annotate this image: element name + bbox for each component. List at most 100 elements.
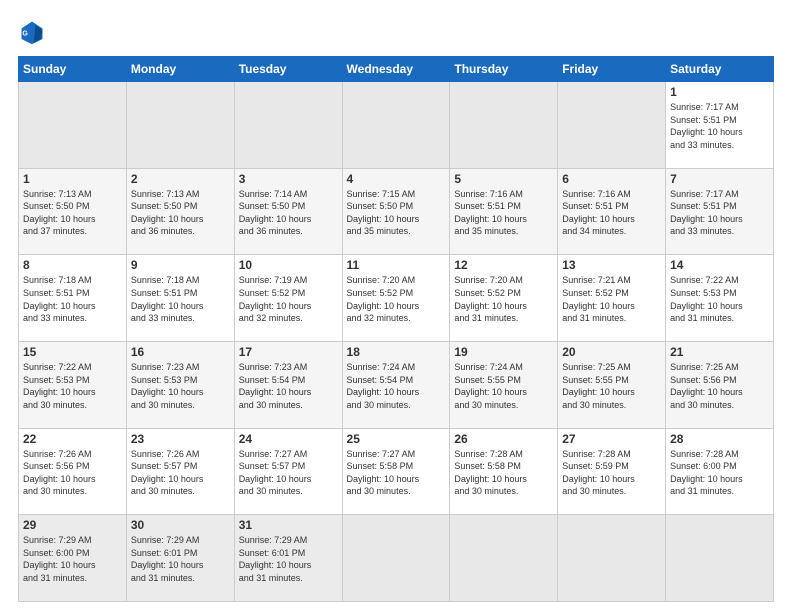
cell-info: Sunrise: 7:13 AMSunset: 5:50 PMDaylight:… xyxy=(23,188,122,238)
day-number: 4 xyxy=(347,172,446,186)
cell-info: Sunrise: 7:17 AMSunset: 5:51 PMDaylight:… xyxy=(670,101,769,151)
cell-info: Sunrise: 7:15 AMSunset: 5:50 PMDaylight:… xyxy=(347,188,446,238)
cell-info: Sunrise: 7:23 AMSunset: 5:53 PMDaylight:… xyxy=(131,361,230,411)
cell-info: Sunrise: 7:16 AMSunset: 5:51 PMDaylight:… xyxy=(562,188,661,238)
calendar-cell: 19 Sunrise: 7:24 AMSunset: 5:55 PMDayligh… xyxy=(450,341,558,428)
cell-info: Sunrise: 7:29 AMSunset: 6:00 PMDaylight:… xyxy=(23,534,122,584)
day-number: 29 xyxy=(23,518,122,532)
cell-info: Sunrise: 7:29 AMSunset: 6:01 PMDaylight:… xyxy=(131,534,230,584)
calendar-cell xyxy=(234,82,342,169)
calendar-cell: 30 Sunrise: 7:29 AMSunset: 6:01 PMDayligh… xyxy=(126,515,234,602)
calendar-week-row: 29 Sunrise: 7:29 AMSunset: 6:00 PMDayligh… xyxy=(19,515,774,602)
day-number: 9 xyxy=(131,258,230,272)
day-number: 11 xyxy=(347,258,446,272)
day-number: 12 xyxy=(454,258,553,272)
calendar-cell xyxy=(342,82,450,169)
day-number: 8 xyxy=(23,258,122,272)
calendar-cell xyxy=(450,515,558,602)
calendar-cell xyxy=(342,515,450,602)
calendar-cell: 18 Sunrise: 7:24 AMSunset: 5:54 PMDayligh… xyxy=(342,341,450,428)
calendar-cell: 16Sunrise: 7:23 AMSunset: 5:53 PMDayligh… xyxy=(126,341,234,428)
svg-text:G: G xyxy=(22,31,28,38)
calendar-cell: 5Sunrise: 7:16 AMSunset: 5:51 PMDaylight… xyxy=(450,168,558,255)
calendar-day-header: Tuesday xyxy=(234,57,342,82)
day-number: 1 xyxy=(23,172,122,186)
day-number: 17 xyxy=(239,345,338,359)
calendar-cell xyxy=(558,82,666,169)
cell-info: Sunrise: 7:22 AMSunset: 5:53 PMDaylight:… xyxy=(670,274,769,324)
calendar-cell: 1 Sunrise: 7:13 AMSunset: 5:50 PMDaylight… xyxy=(19,168,127,255)
calendar-cell: 6 Sunrise: 7:16 AMSunset: 5:51 PMDaylight… xyxy=(558,168,666,255)
calendar-header-row: SundayMondayTuesdayWednesdayThursdayFrid… xyxy=(19,57,774,82)
calendar-cell: 14 Sunrise: 7:22 AMSunset: 5:53 PMDayligh… xyxy=(666,255,774,342)
cell-info: Sunrise: 7:16 AMSunset: 5:51 PMDaylight:… xyxy=(454,188,553,238)
day-number: 15 xyxy=(23,345,122,359)
calendar-cell: 1 Sunrise: 7:17 AMSunset: 5:51 PMDaylight… xyxy=(666,82,774,169)
cell-info: Sunrise: 7:25 AMSunset: 5:55 PMDaylight:… xyxy=(562,361,661,411)
calendar-week-row: 8 Sunrise: 7:18 AMSunset: 5:51 PMDaylight… xyxy=(19,255,774,342)
page: G SundayMondayTuesdayWednesdayThursdayFr… xyxy=(0,0,792,612)
calendar-cell: 17Sunrise: 7:23 AMSunset: 5:54 PMDayligh… xyxy=(234,341,342,428)
calendar-cell: 4 Sunrise: 7:15 AMSunset: 5:50 PMDaylight… xyxy=(342,168,450,255)
calendar-cell xyxy=(19,82,127,169)
calendar-day-header: Monday xyxy=(126,57,234,82)
calendar-table: SundayMondayTuesdayWednesdayThursdayFrid… xyxy=(18,56,774,602)
header: G xyxy=(18,18,774,46)
calendar-day-header: Wednesday xyxy=(342,57,450,82)
calendar-week-row: 1 Sunrise: 7:17 AMSunset: 5:51 PMDaylight… xyxy=(19,82,774,169)
day-number: 28 xyxy=(670,432,769,446)
cell-info: Sunrise: 7:21 AMSunset: 5:52 PMDaylight:… xyxy=(562,274,661,324)
day-number: 31 xyxy=(239,518,338,532)
day-number: 18 xyxy=(347,345,446,359)
calendar-cell xyxy=(126,82,234,169)
cell-info: Sunrise: 7:25 AMSunset: 5:56 PMDaylight:… xyxy=(670,361,769,411)
day-number: 3 xyxy=(239,172,338,186)
day-number: 24 xyxy=(239,432,338,446)
calendar-day-header: Saturday xyxy=(666,57,774,82)
cell-info: Sunrise: 7:27 AMSunset: 5:58 PMDaylight:… xyxy=(347,448,446,498)
day-number: 20 xyxy=(562,345,661,359)
calendar-cell: 28Sunrise: 7:28 AMSunset: 6:00 PMDayligh… xyxy=(666,428,774,515)
cell-info: Sunrise: 7:13 AMSunset: 5:50 PMDaylight:… xyxy=(131,188,230,238)
day-number: 27 xyxy=(562,432,661,446)
calendar-cell: 29 Sunrise: 7:29 AMSunset: 6:00 PMDayligh… xyxy=(19,515,127,602)
day-number: 10 xyxy=(239,258,338,272)
cell-info: Sunrise: 7:24 AMSunset: 5:55 PMDaylight:… xyxy=(454,361,553,411)
day-number: 19 xyxy=(454,345,553,359)
day-number: 7 xyxy=(670,172,769,186)
cell-info: Sunrise: 7:20 AMSunset: 5:52 PMDaylight:… xyxy=(347,274,446,324)
cell-info: Sunrise: 7:24 AMSunset: 5:54 PMDaylight:… xyxy=(347,361,446,411)
cell-info: Sunrise: 7:22 AMSunset: 5:53 PMDaylight:… xyxy=(23,361,122,411)
calendar-cell: 22 Sunrise: 7:26 AMSunset: 5:56 PMDayligh… xyxy=(19,428,127,515)
day-number: 13 xyxy=(562,258,661,272)
day-number: 22 xyxy=(23,432,122,446)
day-number: 26 xyxy=(454,432,553,446)
calendar-week-row: 1 Sunrise: 7:13 AMSunset: 5:50 PMDaylight… xyxy=(19,168,774,255)
calendar-day-header: Sunday xyxy=(19,57,127,82)
cell-info: Sunrise: 7:14 AMSunset: 5:50 PMDaylight:… xyxy=(239,188,338,238)
calendar-cell: 25Sunrise: 7:27 AMSunset: 5:58 PMDayligh… xyxy=(342,428,450,515)
cell-info: Sunrise: 7:17 AMSunset: 5:51 PMDaylight:… xyxy=(670,188,769,238)
day-number: 6 xyxy=(562,172,661,186)
cell-info: Sunrise: 7:28 AMSunset: 5:58 PMDaylight:… xyxy=(454,448,553,498)
calendar-cell xyxy=(450,82,558,169)
day-number: 2 xyxy=(131,172,230,186)
calendar-cell: 23 Sunrise: 7:26 AMSunset: 5:57 PMDayligh… xyxy=(126,428,234,515)
cell-info: Sunrise: 7:20 AMSunset: 5:52 PMDaylight:… xyxy=(454,274,553,324)
calendar-cell: 20 Sunrise: 7:25 AMSunset: 5:55 PMDayligh… xyxy=(558,341,666,428)
calendar-cell: 24Sunrise: 7:27 AMSunset: 5:57 PMDayligh… xyxy=(234,428,342,515)
cell-info: Sunrise: 7:29 AMSunset: 6:01 PMDaylight:… xyxy=(239,534,338,584)
calendar-cell: 11 Sunrise: 7:20 AMSunset: 5:52 PMDayligh… xyxy=(342,255,450,342)
day-number: 23 xyxy=(131,432,230,446)
calendar-cell: 13 Sunrise: 7:21 AMSunset: 5:52 PMDayligh… xyxy=(558,255,666,342)
cell-info: Sunrise: 7:26 AMSunset: 5:57 PMDaylight:… xyxy=(131,448,230,498)
day-number: 30 xyxy=(131,518,230,532)
calendar-cell: 2 Sunrise: 7:13 AMSunset: 5:50 PMDaylight… xyxy=(126,168,234,255)
day-number: 1 xyxy=(670,85,769,99)
cell-info: Sunrise: 7:18 AMSunset: 5:51 PMDaylight:… xyxy=(131,274,230,324)
logo: G xyxy=(18,18,50,46)
day-number: 14 xyxy=(670,258,769,272)
calendar-day-header: Friday xyxy=(558,57,666,82)
calendar-week-row: 22 Sunrise: 7:26 AMSunset: 5:56 PMDayligh… xyxy=(19,428,774,515)
cell-info: Sunrise: 7:26 AMSunset: 5:56 PMDaylight:… xyxy=(23,448,122,498)
